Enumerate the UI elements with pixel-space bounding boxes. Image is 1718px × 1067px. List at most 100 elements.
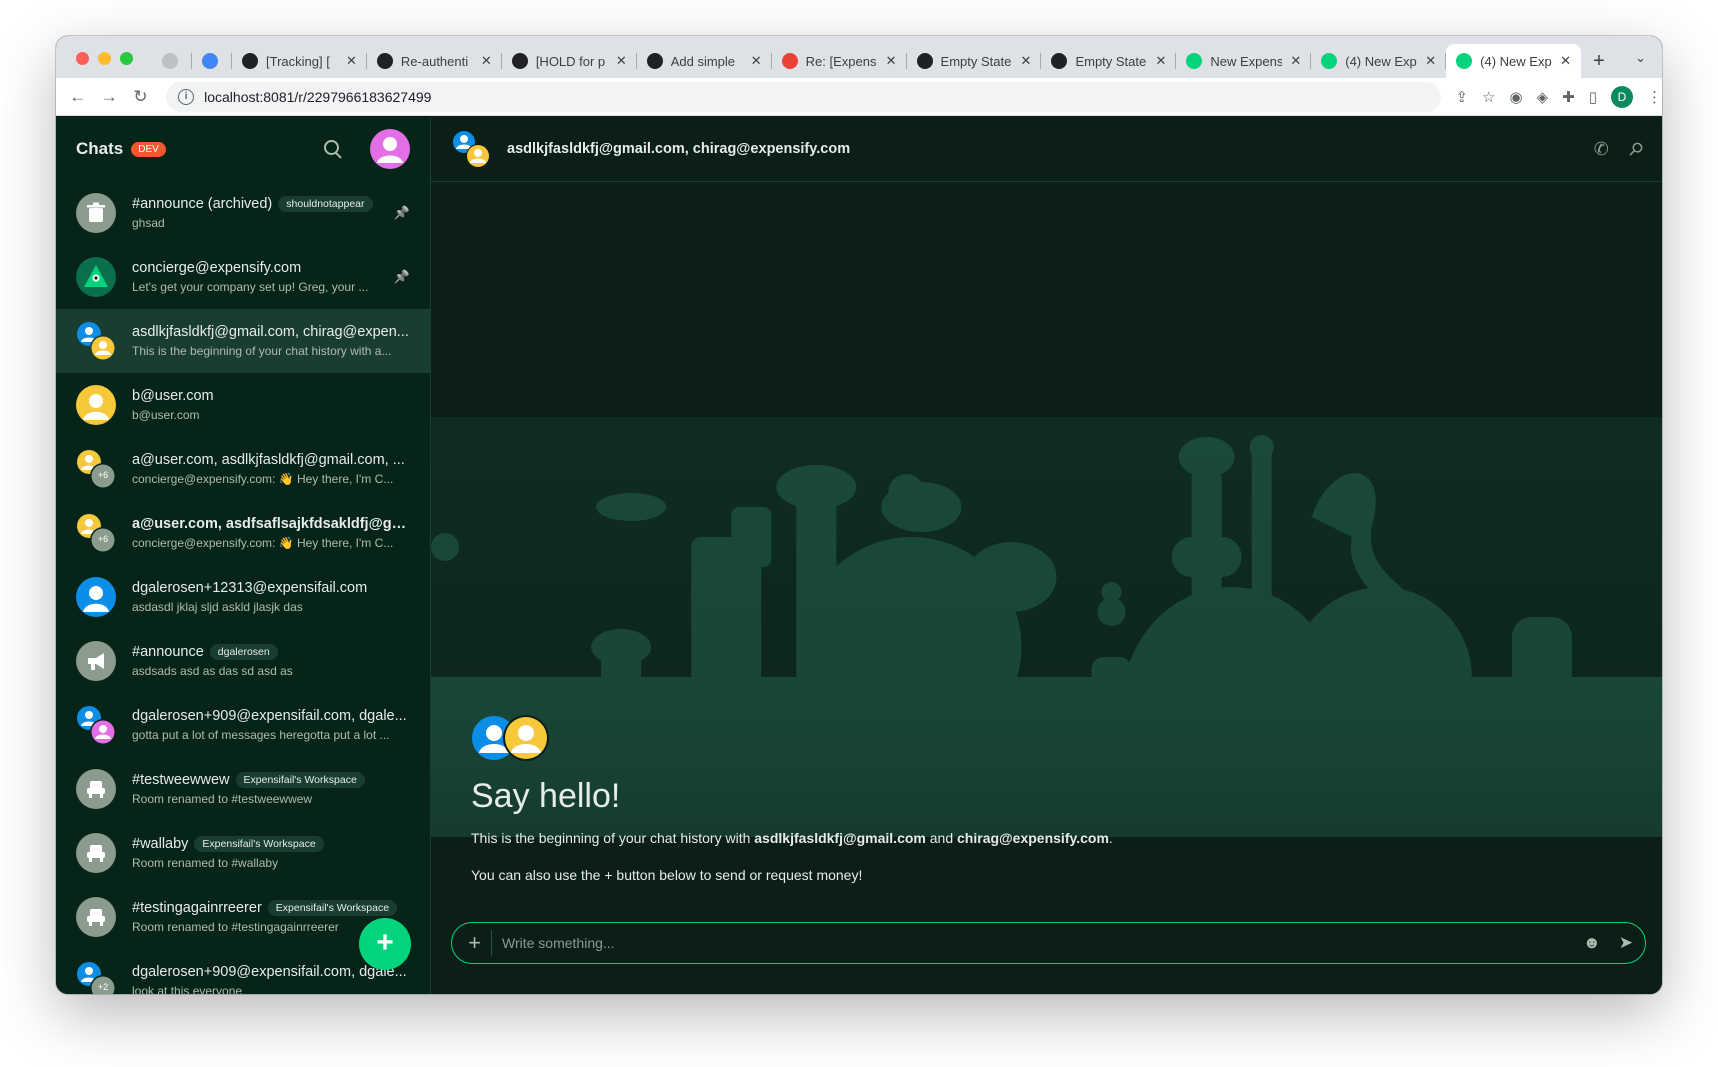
tab-title: Add simple xyxy=(670,53,736,69)
side-panel-icon[interactable]: ▯ xyxy=(1589,88,1597,106)
chat-item-header: b@user.com xyxy=(132,388,410,404)
chat-list-item[interactable]: #testweewwew Expensifail's Workspace Room … xyxy=(56,757,430,821)
sidebar-title: Chats xyxy=(76,139,124,158)
calendar-icon xyxy=(202,53,218,69)
chat-name: b@user.com xyxy=(132,388,214,404)
bookmark-star-icon[interactable]: ☆ xyxy=(1482,88,1495,106)
back-arrow-icon[interactable]: ← xyxy=(62,87,93,107)
close-tab-icon[interactable]: ✕ xyxy=(346,53,357,69)
welcome-avatars xyxy=(471,715,1621,761)
github-icon xyxy=(511,53,528,69)
reload-icon[interactable]: ↻ xyxy=(125,87,156,107)
welcome-prefix: This is the beginning of your chat histo… xyxy=(471,830,755,846)
chat-item-header: #testingagainrreerer Expensifail's Worksp… xyxy=(132,900,410,916)
close-tab-icon[interactable]: ✕ xyxy=(481,53,492,69)
browser-tab[interactable]: Empty State ✕ xyxy=(907,44,1042,78)
chat-avatar: +2 xyxy=(76,961,116,994)
profile-avatar[interactable]: D xyxy=(1610,85,1633,108)
browser-tab[interactable] xyxy=(152,44,192,78)
share-icon[interactable]: ⇪ xyxy=(1455,88,1468,106)
participant-count: +6 xyxy=(97,470,109,480)
chat-preview: look at this everyone xyxy=(132,984,243,994)
minimize-window-button[interactable] xyxy=(98,52,111,65)
browser-tab[interactable]: Add simple ✕ xyxy=(637,44,772,78)
pin-icon[interactable]: ⚲ xyxy=(1623,137,1647,161)
expensify-icon xyxy=(1456,53,1473,69)
gmail-icon xyxy=(781,53,798,69)
chat-item-text: dgalerosen+909@expensifail.com, dgale...… xyxy=(132,964,410,994)
chat-list-item[interactable]: b@user.com b@user.com xyxy=(56,373,430,437)
address-bar[interactable]: i localhost:8081/r/2297966183627499 xyxy=(166,81,1442,112)
close-tab-icon[interactable]: ✕ xyxy=(751,53,762,69)
chat-list-item[interactable]: dgalerosen+12313@expensifail.com asdasdl … xyxy=(56,565,430,629)
chat-avatar xyxy=(76,833,116,873)
site-info-icon[interactable]: i xyxy=(178,88,195,105)
chat-item-header: concierge@expensify.com xyxy=(132,260,410,276)
browser-tab[interactable]: New Expens ✕ xyxy=(1176,44,1312,78)
chat-name: #announce (archived) xyxy=(132,196,273,212)
close-tab-icon[interactable]: ✕ xyxy=(1560,53,1571,69)
chat-list-item[interactable]: concierge@expensify.com Let's get your co… xyxy=(56,245,430,309)
chat-header-actions: ✆ ⚲ xyxy=(1594,137,1648,160)
close-tab-icon[interactable]: ✕ xyxy=(1021,53,1032,69)
chat-item-text: #announce (archived) shouldnotappear ghsad xyxy=(132,196,410,230)
chat-list-item[interactable]: #wallaby Expensifail's Workspace Room rena… xyxy=(56,821,430,885)
browser-tab[interactable]: [Tracking] [ ✕ xyxy=(232,44,367,78)
workspace-pill: Expensifail's Workspace xyxy=(267,900,398,916)
chat-list-item[interactable]: #announce (archived) shouldnotappear ghsad… xyxy=(56,181,430,245)
maximize-window-button[interactable] xyxy=(120,52,133,65)
expensify-icon xyxy=(1321,53,1338,69)
github-icon xyxy=(1051,53,1068,69)
browser-window: [Tracking] [✕ Re-authenti ✕ [HOLD for p ✕ Add… xyxy=(56,36,1662,994)
chat-list-item[interactable]: +6 a@user.com, asdlkjfasldkfj@gmail.com, … xyxy=(56,437,430,501)
close-tab-icon[interactable]: ✕ xyxy=(1155,53,1166,69)
browser-tab[interactable]: Re-authenti ✕ xyxy=(367,44,502,78)
chat-name: dgalerosen+909@expensifail.com, dgale... xyxy=(132,708,407,724)
tab-title: (4) New Exp xyxy=(1345,53,1417,69)
search-icon[interactable] xyxy=(322,138,344,160)
message-input[interactable] xyxy=(502,935,1583,951)
close-window-button[interactable] xyxy=(76,52,89,65)
extension-eye-icon[interactable]: ◈ xyxy=(1537,88,1549,106)
phone-icon[interactable]: ✆ xyxy=(1594,139,1609,160)
extensions-puzzle-icon[interactable]: ✚ xyxy=(1562,88,1575,106)
workspace-pill: Expensifail's Workspace xyxy=(235,772,365,788)
browser-tab[interactable]: Empty State ✕ xyxy=(1041,44,1177,78)
close-tab-icon[interactable]: ✕ xyxy=(1290,53,1301,69)
window-controls xyxy=(76,52,133,65)
browser-tab[interactable]: [HOLD for p ✕ xyxy=(502,44,637,78)
browser-menu-icon[interactable]: ⋮ xyxy=(1647,88,1662,106)
emoji-picker-icon[interactable]: ☻ xyxy=(1583,933,1601,953)
send-icon[interactable]: ➤ xyxy=(1619,933,1633,953)
browser-tab[interactable] xyxy=(192,44,232,78)
environment-badge: DEV xyxy=(131,141,166,157)
tab-title: [Tracking] [ xyxy=(266,53,330,69)
chat-list-item[interactable]: dgalerosen+909@expensifail.com, dgale...… xyxy=(56,693,430,757)
chat-item-header: a@user.com, asdfsaflsajkfdsakldfj@gm... xyxy=(132,516,410,532)
user-avatar[interactable] xyxy=(370,129,410,169)
browser-tab[interactable]: (4) New Exp ✕ xyxy=(1311,44,1447,78)
chat-name: dgalerosen+909@expensifail.com, dgale... xyxy=(132,964,407,980)
chat-list-item[interactable]: +6 a@user.com, asdfsaflsajkfdsakldfj@gm..… xyxy=(56,501,430,565)
close-tab-icon[interactable]: ✕ xyxy=(1425,53,1436,69)
chat-list-item[interactable]: asdlkjfasldkfj@gmail.com, chirag@expen..… xyxy=(56,309,430,373)
new-chat-fab-button[interactable]: + xyxy=(359,918,411,970)
welcome-description: This is the beginning of your chat histo… xyxy=(471,830,1621,846)
browser-tab[interactable]: Re: [Expens ✕ xyxy=(772,44,907,78)
close-tab-icon[interactable]: ✕ xyxy=(886,53,897,69)
extension-1password-icon[interactable]: ◉ xyxy=(1510,88,1523,106)
welcome-participant-1[interactable]: asdlkjfasldkfj@gmail.com xyxy=(754,830,926,846)
chat-list: #announce (archived) shouldnotappear ghsad… xyxy=(56,181,430,994)
browser-tab[interactable]: (4) New Exp ✕ xyxy=(1446,44,1582,78)
chat-preview: gotta put a lot of messages heregotta pu… xyxy=(132,728,390,742)
welcome-participant-2[interactable]: chirag@expensify.com xyxy=(957,830,1109,846)
composer-actions: ☻ ➤ xyxy=(1583,933,1633,953)
chat-list-item[interactable]: #announce dgalerosen asdsads asd as das sd… xyxy=(56,629,430,693)
new-tab-plus-icon[interactable]: + xyxy=(1581,44,1617,78)
close-tab-icon[interactable]: ✕ xyxy=(616,53,627,69)
welcome-message: Say hello! This is the beginning of your… xyxy=(471,715,1621,883)
chat-sidebar: Chats DEV #announce (archived) shouldnota… xyxy=(56,117,431,994)
add-attachment-plus-icon[interactable]: + xyxy=(464,930,492,956)
forward-arrow-icon[interactable]: → xyxy=(93,87,124,107)
tab-search-chevron-icon[interactable]: ⌄ xyxy=(1635,50,1646,66)
